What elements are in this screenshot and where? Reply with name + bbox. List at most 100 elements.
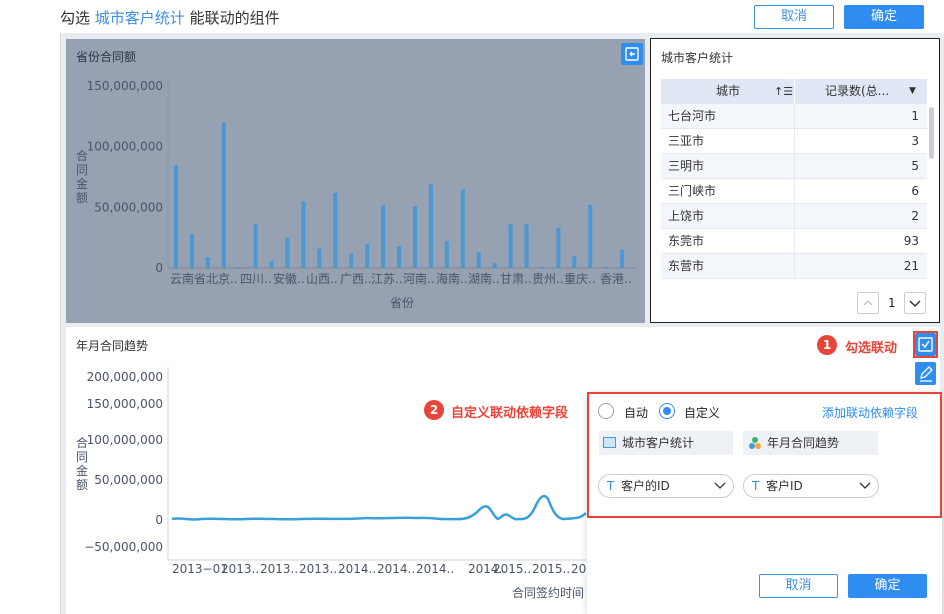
- prev-page-button[interactable]: [857, 292, 879, 314]
- table-row[interactable]: 三明市 5: [661, 154, 927, 179]
- step1-label: 勾选联动: [845, 341, 898, 356]
- province-bar-chart-panel: 省份 合同额 150,000,000 100,000,000 50,000,000 0 云…: [66, 39, 645, 323]
- bar[interactable]: [588, 204, 593, 268]
- sort-icon[interactable]: ↑☰: [774, 79, 793, 104]
- bar[interactable]: [428, 184, 433, 268]
- y-tick-label: 100,000,000: [87, 140, 163, 154]
- x-tick-label: 2013−01: [172, 562, 228, 576]
- table-title: 城市客户统计: [661, 51, 734, 65]
- bar[interactable]: [381, 204, 386, 268]
- x-tick-label: 2014..: [338, 562, 376, 576]
- bar[interactable]: [572, 255, 577, 268]
- next-page-button[interactable]: [904, 292, 926, 314]
- cell-city: 三明市: [668, 159, 705, 173]
- y-axis-title-char: 同: [76, 163, 88, 177]
- bar[interactable]: [620, 249, 625, 268]
- trend-line[interactable]: [171, 494, 587, 521]
- y-tick-label: 100,000,000: [87, 433, 163, 447]
- cell-city: 东营市: [668, 259, 705, 273]
- x-tick-label: 2014..: [377, 562, 415, 576]
- edit-icon[interactable]: [915, 362, 936, 385]
- bar[interactable]: [285, 237, 290, 268]
- cell-count: 93: [903, 234, 919, 248]
- x-tick-label: 贵州..: [532, 272, 564, 286]
- table-row[interactable]: 东营市 21: [661, 254, 927, 279]
- step2-label: 自定义联动依赖字段: [451, 406, 569, 421]
- x-tick-label: 北京..: [206, 272, 238, 286]
- y-axis-title-char: 额: [76, 478, 88, 492]
- popup-cancel-button[interactable]: 取消: [759, 574, 838, 598]
- x-axis-title: 省份: [390, 296, 414, 310]
- cell-city: 七台河市: [668, 109, 717, 123]
- cell-city: 东莞市: [668, 234, 705, 248]
- table-row[interactable]: 东莞市 93: [661, 229, 927, 254]
- top-bar: 勾选 城市客户统计 能联动的组件 取消 确定: [0, 0, 944, 34]
- x-tick-label: 2013..: [260, 562, 298, 576]
- header-confirm-button[interactable]: 确定: [844, 5, 924, 29]
- table-header-city[interactable]: 城市 ↑☰: [661, 79, 794, 104]
- bar[interactable]: [460, 189, 465, 268]
- bar[interactable]: [237, 266, 242, 268]
- bar[interactable]: [492, 263, 497, 268]
- y-axis-title-char: 额: [76, 191, 88, 205]
- cell-count: 2: [911, 209, 919, 223]
- popup-confirm-button[interactable]: 确定: [848, 574, 927, 598]
- popup-highlight-box: [587, 392, 942, 518]
- y-axis-title-char: 同: [76, 450, 88, 464]
- table-header-count[interactable]: 记录数(总... ▼: [795, 79, 927, 104]
- table-row[interactable]: 七台河市 1: [661, 104, 927, 129]
- cell-city: 上饶市: [668, 209, 705, 223]
- cell-divider: [794, 154, 795, 179]
- step1-badge: 1: [817, 335, 837, 355]
- y-tick-label: 0: [155, 261, 163, 275]
- bar[interactable]: [205, 257, 210, 268]
- bar[interactable]: [333, 192, 338, 268]
- header-cancel-button[interactable]: 取消: [754, 5, 834, 29]
- bar[interactable]: [253, 224, 258, 268]
- cell-count: 21: [903, 259, 919, 273]
- bar[interactable]: [221, 122, 226, 269]
- y-axis-title-char: 合: [76, 148, 88, 163]
- y-tick-label: 150,000,000: [87, 79, 163, 93]
- bar[interactable]: [604, 266, 609, 268]
- city-customer-table-panel: 城市客户统计 城市 ↑☰ 记录数(总... ▼ 七台河市 1 三亚市 3 三明市 5 三门峡…: [650, 38, 940, 323]
- bar[interactable]: [397, 246, 402, 268]
- title-highlight: 城市客户统计: [94, 9, 185, 27]
- cell-count: 6: [911, 184, 919, 198]
- bar[interactable]: [444, 241, 449, 268]
- cell-divider: [794, 229, 795, 254]
- bar[interactable]: [365, 243, 370, 268]
- x-tick-label: 2014..: [416, 562, 454, 576]
- bar[interactable]: [189, 234, 194, 268]
- dropdown-icon[interactable]: ▼: [909, 79, 916, 104]
- bar[interactable]: [476, 252, 481, 268]
- bar[interactable]: [317, 248, 322, 268]
- cell-divider: [794, 204, 795, 229]
- bar[interactable]: [508, 224, 513, 268]
- page-title: 勾选 城市客户统计 能联动的组件: [60, 7, 280, 28]
- bar[interactable]: [540, 266, 545, 268]
- bar[interactable]: [269, 260, 274, 268]
- x-tick-label: 2013..: [299, 562, 337, 576]
- y-axis-title-char: 合: [76, 435, 88, 450]
- x-tick-label: 河南..: [403, 271, 435, 286]
- bar[interactable]: [349, 253, 354, 268]
- cell-city: 三亚市: [668, 134, 705, 148]
- table-scrollbar[interactable]: [929, 107, 934, 159]
- bar[interactable]: [174, 164, 178, 268]
- table-row[interactable]: 上饶市 2: [661, 204, 927, 229]
- bar[interactable]: [556, 227, 561, 268]
- x-tick-label: 2013..: [221, 562, 259, 576]
- bar[interactable]: [301, 201, 306, 268]
- bar[interactable]: [412, 206, 417, 268]
- y-axis-title-char: 金: [76, 176, 88, 191]
- cell-count: 1: [911, 109, 919, 123]
- x-tick-label: 重庆..: [564, 272, 596, 286]
- bar[interactable]: [524, 224, 529, 268]
- table-row[interactable]: 三门峡市 6: [661, 179, 927, 204]
- title-prefix: 勾选: [60, 9, 91, 27]
- link-checkbox[interactable]: [915, 333, 936, 356]
- page-number: 1: [888, 296, 896, 310]
- table-row[interactable]: 三亚市 3: [661, 129, 927, 154]
- y-tick-label: 200,000,000: [87, 370, 163, 384]
